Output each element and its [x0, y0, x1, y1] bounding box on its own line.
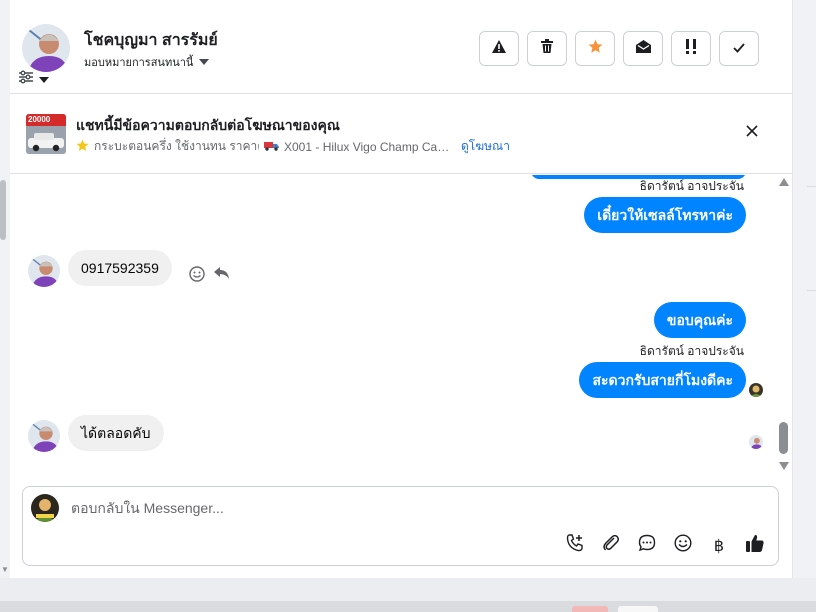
right-panel-divider [807, 186, 816, 187]
envelope-open-icon [635, 39, 651, 58]
reply-input[interactable] [71, 500, 531, 516]
star-button[interactable] [575, 31, 615, 66]
double-exclamation-icon [685, 38, 697, 59]
composer-toolbar: ฿ [563, 533, 767, 557]
conversation-header: โชคบุญมา สารรัมย์ มอบหมายการสนทนานี้ [10, 0, 792, 94]
saved-replies-button[interactable] [635, 533, 659, 557]
incoming-message-bubble[interactable]: 0917592359 [68, 250, 172, 286]
like-button[interactable] [743, 533, 767, 557]
outgoing-message-bubble[interactable]: เดี๋ยวให้เซลล์โทรหาค่ะ [584, 197, 746, 233]
chevron-down-icon [39, 76, 49, 83]
left-scroll-down-arrow[interactable]: ▼ [1, 566, 9, 574]
scroll-up-arrow[interactable] [779, 178, 789, 186]
contact-avatar[interactable] [22, 24, 70, 72]
react-button[interactable] [189, 266, 205, 287]
star-emoji-icon [76, 139, 89, 155]
baht-icon: ฿ [713, 535, 725, 555]
chevron-down-icon [199, 59, 210, 65]
trash-icon [541, 39, 553, 58]
bottom-taskbar-strip [0, 578, 816, 612]
conversation-panel: โชคบุญมา สารรัมย์ มอบหมายการสนทนานี้ 200… [10, 0, 792, 578]
mark-done-button[interactable] [719, 31, 759, 66]
assign-conversation-dropdown[interactable]: มอบหมายการสนทนานี้ [84, 53, 210, 71]
seen-receipt-avatar [749, 435, 763, 449]
thread-scrollbar[interactable] [778, 176, 790, 472]
sliders-icon [18, 70, 34, 89]
phone-plus-icon [566, 533, 584, 557]
close-ad-banner-button[interactable] [746, 124, 758, 142]
right-side-panel [792, 0, 816, 578]
speech-bubble-icon [638, 534, 656, 557]
right-panel-divider [807, 290, 816, 291]
outgoing-message-bubble[interactable]: ขอบคุณค่ะ [653, 302, 746, 338]
sender-name: ธิดารัตน์ อาจประจัน [639, 179, 744, 193]
ad-product-text: X001 - Hilux Vigo Champ Cab 2.5 J [284, 139, 450, 154]
payment-button[interactable]: ฿ [707, 533, 731, 557]
seen-receipt-avatar [749, 383, 763, 397]
outgoing-message-bubble[interactable]: สะดวกรับสายกี่โมงดีคะ [579, 362, 746, 398]
delete-button[interactable] [527, 31, 567, 66]
page-avatar [31, 494, 59, 522]
warning-icon [492, 39, 506, 58]
view-ad-link[interactable]: ดูโฆษณา [461, 137, 510, 156]
truck-emoji-icon [264, 140, 279, 154]
ad-banner-title: แชทนี้มีข้อความตอบกลับต่อโฆษณาของคุณ [76, 117, 340, 133]
message-thread: ธิดารัตน์ อาจประจัน เดี๋ยวให้เซลล์โทรหาค… [10, 175, 792, 475]
scroll-down-arrow[interactable] [779, 462, 789, 470]
star-icon [588, 39, 603, 59]
mark-unread-button[interactable] [623, 31, 663, 66]
ad-thumb-price: 20000 [28, 115, 51, 124]
paperclip-icon [602, 534, 620, 557]
thread-scrollbar-thumb[interactable] [779, 422, 788, 454]
report-spam-button[interactable] [479, 31, 519, 66]
contact-avatar[interactable] [28, 420, 60, 452]
left-scrollbar[interactable]: ▼ [0, 0, 10, 578]
conversation-actions-toolbar [479, 31, 759, 66]
left-scrollbar-thumb[interactable] [0, 180, 6, 240]
assign-conversation-label: มอบหมายการสนทนานี้ [84, 57, 194, 69]
taskbar [0, 601, 816, 612]
thumbs-up-icon [745, 533, 765, 558]
emoji-button[interactable] [671, 533, 695, 557]
filter-menu-button[interactable] [18, 70, 49, 89]
reply-composer: ฿ [22, 486, 779, 566]
ad-banner-details: กระบะตอนครึ่ง ใช้งานทน ราคาคุ้ม X001 - H… [76, 137, 510, 156]
call-button[interactable] [563, 533, 587, 557]
ad-thumbnail[interactable]: 20000 [26, 114, 66, 154]
reply-button[interactable] [214, 266, 230, 285]
incoming-message-bubble[interactable]: ได้ตลอดคับ [68, 415, 164, 451]
taskbar-tab[interactable] [572, 606, 608, 612]
ad-reply-banner: 20000 แชทนี้มีข้อความตอบกลับต่อโฆษณาของค… [10, 95, 792, 174]
close-icon [746, 124, 758, 141]
follow-up-button[interactable] [671, 31, 711, 66]
sender-name: ธิดารัตน์ อาจประจัน [639, 344, 744, 358]
smiley-icon [189, 266, 205, 286]
attach-button[interactable] [599, 533, 623, 557]
contact-avatar[interactable] [28, 255, 60, 287]
smiley-icon [674, 533, 692, 557]
ad-post-text: กระบะตอนครึ่ง ใช้งานทน ราคาคุ้ม [94, 139, 259, 153]
checkmark-icon [733, 40, 745, 58]
taskbar-tab[interactable] [618, 606, 658, 612]
contact-name[interactable]: โชคบุญมา สารรัมย์ [84, 28, 218, 53]
reply-arrow-icon [214, 267, 230, 284]
